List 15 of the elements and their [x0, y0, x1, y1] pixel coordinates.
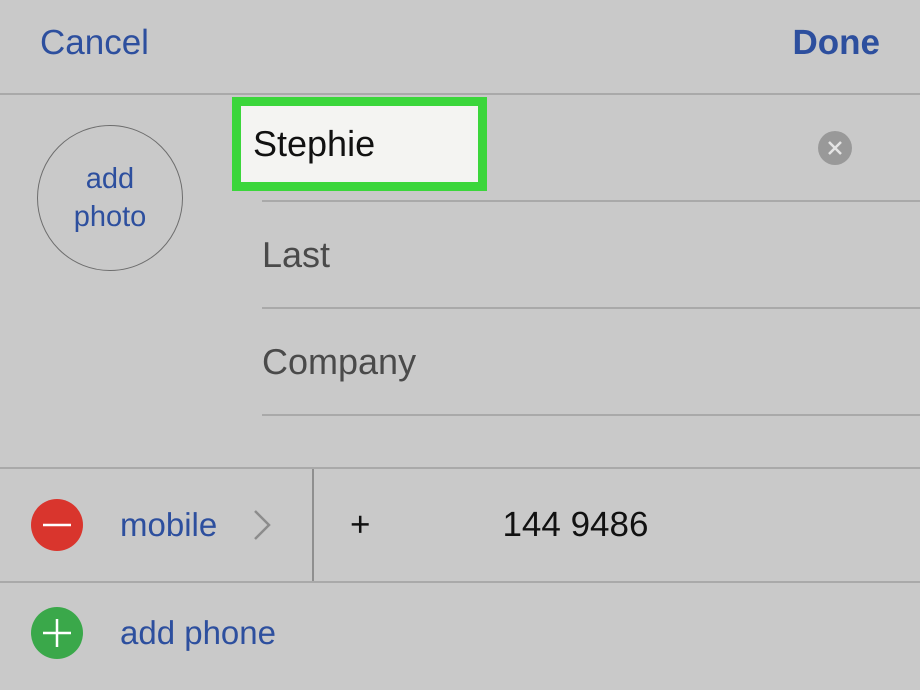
cancel-button[interactable]: Cancel [40, 22, 149, 62]
name-field[interactable]: Company [262, 340, 559, 382]
add-photo-button[interactable]: add photo [37, 125, 183, 271]
name-field[interactable]: Stephie [253, 122, 466, 164]
country-prefix: + [350, 505, 370, 545]
name-field[interactable]: Last [262, 234, 559, 276]
done-button[interactable]: Done [792, 22, 880, 62]
remove-icon[interactable] [30, 498, 84, 552]
phone-number: 144 9486 [502, 505, 648, 545]
add-phone-button[interactable]: add phone [120, 614, 276, 652]
chevron-icon[interactable] [253, 509, 272, 541]
add-icon[interactable] [30, 606, 84, 660]
highlighted-name-field[interactable]: Stephie [232, 96, 487, 190]
phone-label-button[interactable]: mobile [120, 506, 218, 544]
clear-icon[interactable] [818, 130, 852, 164]
